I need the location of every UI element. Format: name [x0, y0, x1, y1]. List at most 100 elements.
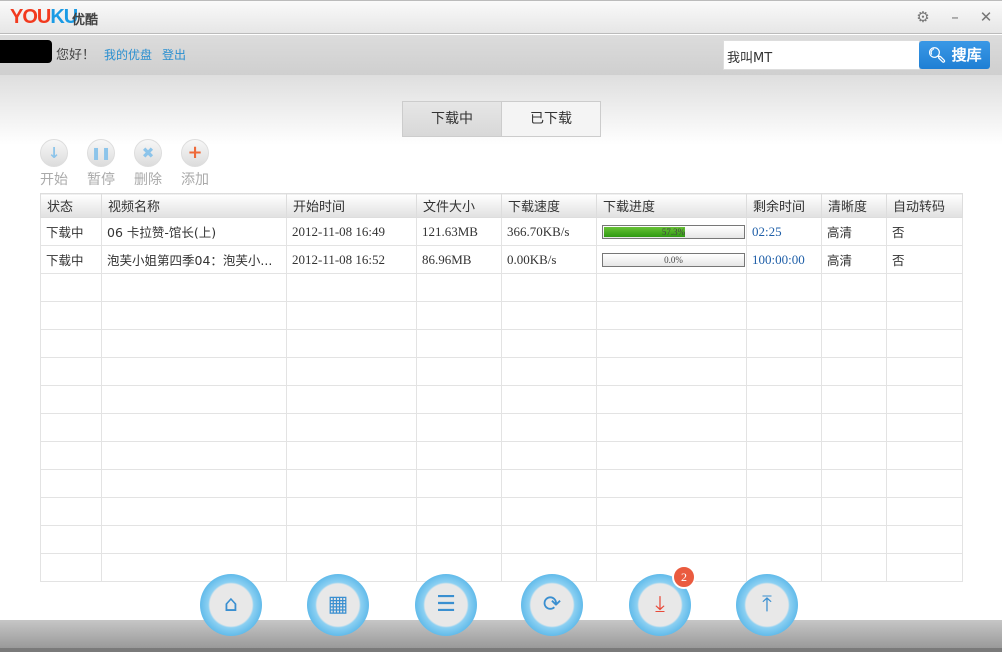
- add-label: 添加: [181, 172, 209, 188]
- empty-row: [40, 413, 963, 442]
- empty-row: [40, 497, 963, 526]
- empty-cell: [746, 441, 822, 470]
- name-cell: 泡芙小姐第四季04：泡芙小...: [101, 245, 287, 274]
- user-bar: 您好！ 我的优盘 登出 我叫MT 🔍︎ 搜库: [0, 35, 1002, 75]
- empty-cell: [40, 413, 102, 442]
- empty-cell: [286, 469, 417, 498]
- empty-row: [40, 301, 963, 330]
- empty-cell: [821, 441, 887, 470]
- remaining-cell: 100:00:00: [746, 245, 822, 274]
- size-cell: 86.96MB: [416, 245, 502, 274]
- empty-cell: [416, 301, 502, 330]
- empty-cell: [501, 301, 597, 330]
- arrow-down-icon: ↓: [40, 139, 68, 167]
- search-button[interactable]: 🔍︎ 搜库: [919, 41, 990, 69]
- empty-row: [40, 329, 963, 358]
- empty-cell: [40, 273, 102, 302]
- column-header[interactable]: 状态: [40, 193, 102, 218]
- empty-cell: [416, 273, 502, 302]
- pause-label: 暂停: [87, 172, 115, 188]
- empty-cell: [286, 413, 417, 442]
- progress-bar: 0.0%: [602, 252, 745, 267]
- download-count-badge: 2: [672, 565, 696, 589]
- empty-cell: [886, 469, 963, 498]
- column-header[interactable]: 下载进度: [596, 193, 747, 218]
- home-nav-button[interactable]: ⌂: [200, 574, 262, 636]
- sync-nav-button[interactable]: ⟳: [521, 574, 583, 636]
- empty-cell: [416, 469, 502, 498]
- empty-cell: [596, 385, 747, 414]
- youku-logo: YOUKU: [10, 6, 78, 28]
- empty-cell: [501, 469, 597, 498]
- column-header[interactable]: 清晰度: [821, 193, 887, 218]
- empty-cell: [416, 525, 502, 554]
- download-table: 状态 视频名称 开始时间 文件大小 下载速度 下载进度 剩余时间 清晰度 自动转码 下载中 06 …: [40, 193, 963, 582]
- empty-row: [40, 273, 963, 302]
- empty-cell: [886, 301, 963, 330]
- empty-cell: [501, 497, 597, 526]
- empty-cell: [286, 385, 417, 414]
- my-disk-link[interactable]: 我的优盘: [104, 46, 152, 63]
- status-cell: 下载中: [40, 245, 102, 274]
- empty-cell: [101, 525, 287, 554]
- column-header[interactable]: 剩余时间: [746, 193, 822, 218]
- title-bar: YOUKU 优酷 ⚙ – ✕: [0, 0, 1002, 34]
- tab-downloaded[interactable]: 已下载: [502, 102, 600, 136]
- name-cell: 06 卡拉赞-馆长(上): [101, 217, 287, 246]
- minimize-button[interactable]: –: [940, 5, 970, 29]
- progress-bar: 57.3%: [602, 224, 745, 239]
- column-header[interactable]: 文件大小: [416, 193, 502, 218]
- upload-nav-button[interactable]: ⤒: [736, 574, 798, 636]
- pause-icon: ❚❚: [87, 139, 115, 167]
- empty-cell: [40, 441, 102, 470]
- quality-cell: 高清: [821, 245, 887, 274]
- start-label: 开始: [40, 172, 68, 188]
- empty-cell: [40, 497, 102, 526]
- empty-cell: [746, 357, 822, 386]
- empty-cell: [40, 525, 102, 554]
- add-button[interactable]: + 添加: [177, 139, 213, 189]
- empty-cell: [821, 385, 887, 414]
- empty-cell: [886, 413, 963, 442]
- empty-cell: [101, 469, 287, 498]
- column-header[interactable]: 视频名称: [101, 193, 287, 218]
- empty-cell: [101, 357, 287, 386]
- column-header[interactable]: 开始时间: [286, 193, 417, 218]
- quality-cell: 高清: [821, 217, 887, 246]
- empty-cell: [40, 469, 102, 498]
- search-input[interactable]: 我叫MT: [723, 40, 920, 70]
- empty-cell: [596, 301, 747, 330]
- empty-cell: [746, 301, 822, 330]
- column-header[interactable]: 自动转码: [886, 193, 963, 218]
- empty-cell: [596, 441, 747, 470]
- start-button[interactable]: ↓ 开始: [36, 139, 72, 189]
- tab-downloading[interactable]: 下载中: [403, 102, 502, 136]
- bottom-bar: [0, 620, 1002, 652]
- empty-cell: [596, 357, 747, 386]
- table-row[interactable]: 下载中 泡芙小姐第四季04：泡芙小... 2012-11-08 16:52 86.96…: [40, 245, 963, 274]
- pause-button[interactable]: ❚❚ 暂停: [83, 139, 119, 189]
- delete-button[interactable]: ✖ 删除: [130, 139, 166, 189]
- speed-cell: 366.70KB/s: [501, 217, 597, 246]
- empty-cell: [101, 301, 287, 330]
- empty-cell: [286, 301, 417, 330]
- column-header[interactable]: 下载速度: [501, 193, 597, 218]
- progress-cell: 57.3%: [596, 217, 747, 246]
- logout-link[interactable]: 登出: [162, 46, 186, 63]
- status-cell: 下载中: [40, 217, 102, 246]
- empty-cell: [416, 357, 502, 386]
- empty-row: [40, 469, 963, 498]
- empty-cell: [746, 413, 822, 442]
- empty-cell: [821, 469, 887, 498]
- close-button[interactable]: ✕: [971, 5, 1001, 29]
- empty-cell: [746, 497, 822, 526]
- playlist-nav-button[interactable]: ☰: [415, 574, 477, 636]
- empty-cell: [286, 441, 417, 470]
- home-icon: ⌂: [224, 592, 238, 617]
- table-row[interactable]: 下载中 06 卡拉赞-馆长(上) 2012-11-08 16:49 121.63MB 3…: [40, 217, 963, 246]
- empty-cell: [286, 329, 417, 358]
- film-nav-button[interactable]: ▦: [307, 574, 369, 636]
- size-cell: 121.63MB: [416, 217, 502, 246]
- gear-icon[interactable]: ⚙: [908, 5, 938, 29]
- empty-cell: [501, 329, 597, 358]
